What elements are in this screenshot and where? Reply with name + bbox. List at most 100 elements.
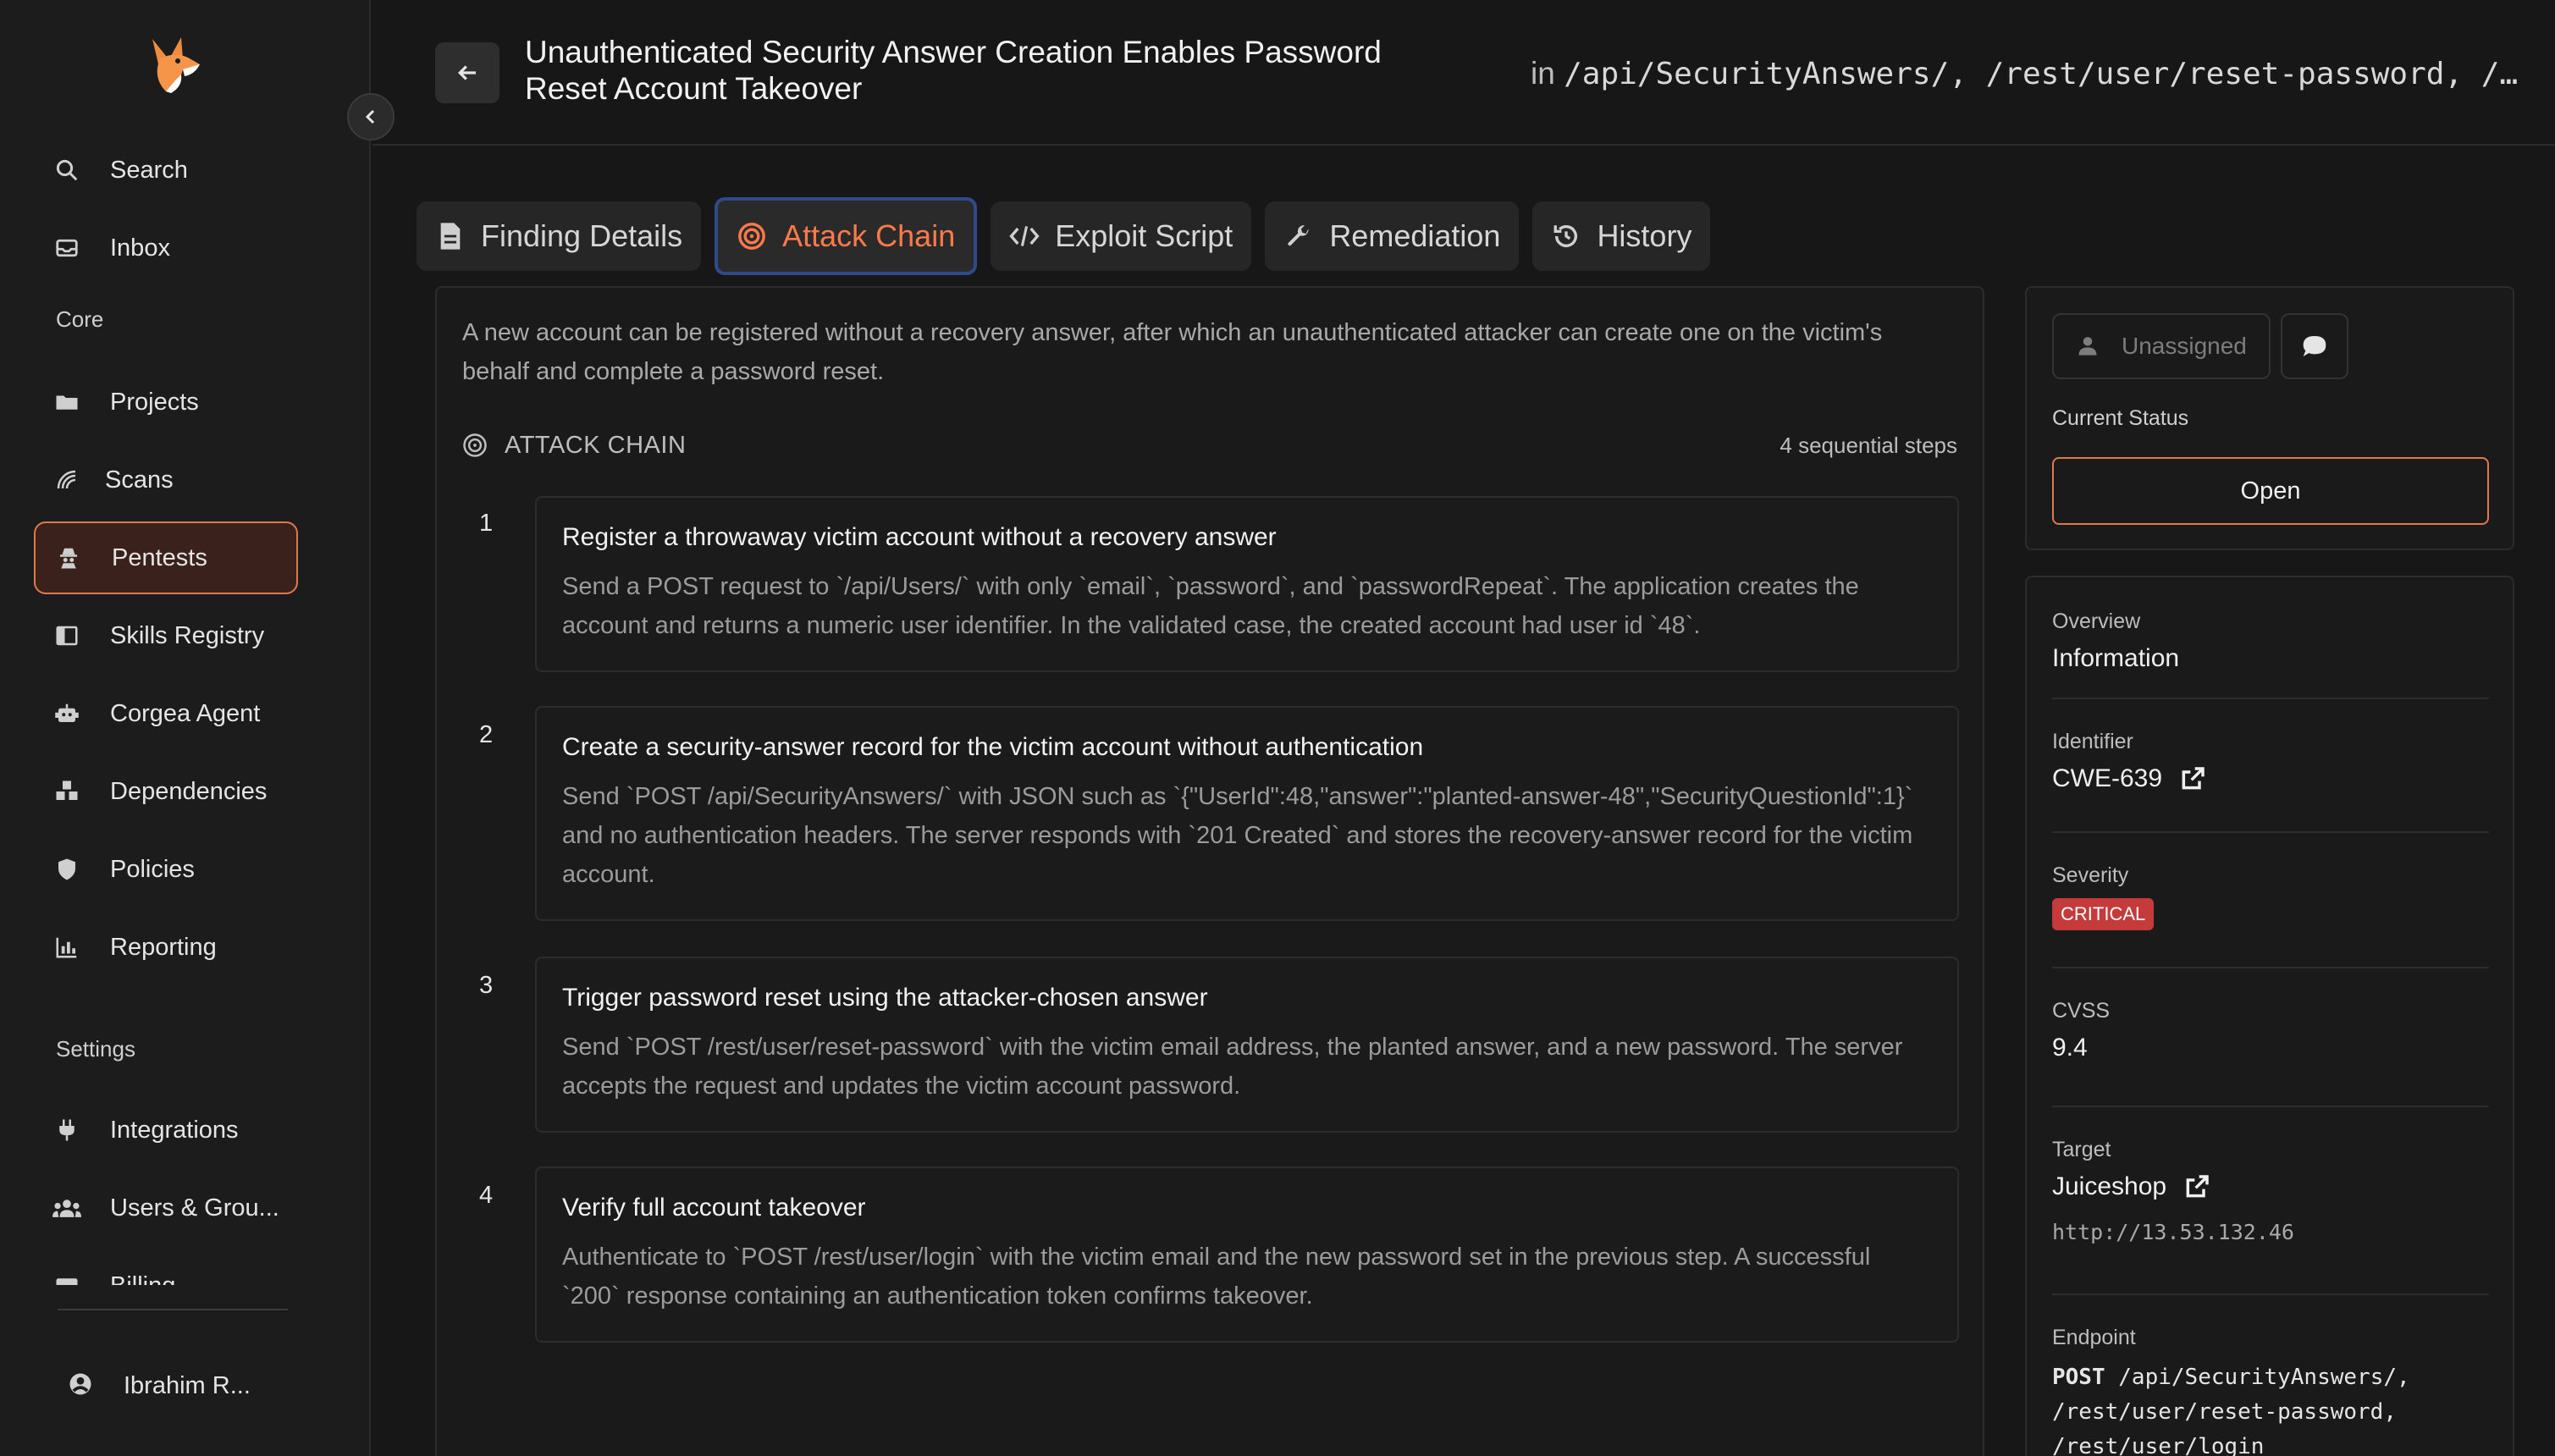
- page-header: Unauthenticated Security Answer Creation…: [372, 0, 2555, 146]
- step-description: Send `POST /api/SecurityAnswers/` with J…: [562, 783, 1913, 888]
- tab-history[interactable]: History: [1532, 201, 1711, 271]
- step-title: Register a throwaway victim account with…: [562, 523, 1277, 551]
- sidebar-item-label: Pentests: [112, 543, 207, 571]
- sidebar-item-integrations[interactable]: Integrations: [34, 1094, 298, 1166]
- user-circle-icon: [68, 1371, 97, 1400]
- field-value: Juiceshop: [2052, 1172, 2167, 1200]
- robot-icon: [52, 699, 81, 728]
- users-icon: [52, 1194, 81, 1222]
- tab-label: Remediation: [1329, 218, 1501, 253]
- step-title: Create a security-answer record for the …: [562, 733, 1424, 761]
- document-icon: [435, 221, 466, 251]
- identifier-field: Identifier CWE-639: [2052, 730, 2489, 793]
- field-label: Endpoint: [2052, 1326, 2136, 1349]
- cubes-icon: [52, 777, 81, 806]
- attack-step-card: Verify full account takeover Authenticat…: [535, 1166, 1959, 1343]
- comment-icon: [2303, 336, 2326, 356]
- endpoint-path: /api/SecurityAnswers/,: [2105, 1365, 2410, 1390]
- sidebar: Search Inbox Core Projects Scans Pentest…: [0, 0, 371, 1456]
- sidebar-item-inbox[interactable]: Inbox: [34, 212, 298, 284]
- inbox-icon: [52, 234, 81, 262]
- sidebar-item-dependencies[interactable]: Dependencies: [34, 755, 298, 828]
- sidebar-item-label: Dependencies: [110, 777, 268, 805]
- target-link[interactable]: Juiceshop: [2052, 1172, 2489, 1201]
- sidebar-item-label: Billing: [110, 1272, 175, 1286]
- sidebar-item-billing[interactable]: Billing: [34, 1249, 298, 1285]
- divider: [2052, 967, 2489, 968]
- overview-field: Overview Information: [2052, 609, 2489, 673]
- code-icon: [1009, 221, 1040, 251]
- target-field: Target Juiceshop http://13.53.132.46: [2052, 1138, 2489, 1244]
- target-url: http://13.53.132.46: [2052, 1220, 2294, 1244]
- field-value: Information: [2052, 644, 2180, 672]
- user-name: Ibrahim R...: [124, 1371, 251, 1399]
- finding-info-panel: Overview Information Identifier CWE-639 …: [2025, 576, 2514, 1456]
- assignee-label: Unassigned: [2122, 333, 2247, 359]
- endpoint-path: /rest/user/reset-password,: [2052, 1399, 2397, 1425]
- severity-badge: CRITICAL: [2052, 898, 2155, 930]
- step-description: Authenticate to `POST /rest/user/login` …: [562, 1244, 1871, 1310]
- divider: [2052, 698, 2489, 699]
- user-icon: [2076, 334, 2101, 359]
- tab-label: Attack Chain: [782, 218, 956, 253]
- sidebar-item-label: Reporting: [110, 933, 217, 961]
- back-button[interactable]: [435, 42, 499, 103]
- sidebar-divider: [58, 1309, 288, 1310]
- external-link-icon: [2179, 765, 2206, 792]
- sidebar-item-pentests[interactable]: Pentests: [34, 521, 298, 594]
- folder-icon: [52, 388, 81, 416]
- radar-icon: [52, 466, 81, 494]
- step-number: 3: [479, 972, 494, 999]
- sidebar-item-search[interactable]: Search: [34, 134, 298, 207]
- divider: [2052, 831, 2489, 833]
- sidebar-item-scans[interactable]: Scans: [34, 444, 298, 516]
- affected-paths: in /api/SecurityAnswers/, /rest/user/res…: [1531, 56, 2518, 91]
- affected-paths-list: /api/SecurityAnswers/, /rest/user/reset-…: [1564, 57, 2519, 91]
- wrench-icon: [1283, 221, 1314, 251]
- status-select[interactable]: Open: [2052, 457, 2489, 525]
- sidebar-item-label: Integrations: [110, 1116, 239, 1144]
- tab-bar: Finding Details Attack Chain Exploit Scr…: [417, 197, 1711, 275]
- tab-label: Exploit Script: [1055, 218, 1233, 253]
- sidebar-item-label: Projects: [110, 388, 199, 416]
- step-number: 1: [479, 510, 494, 537]
- sidebar-item-label: Scans: [105, 466, 174, 494]
- field-label: Identifier: [2052, 730, 2133, 753]
- sidebar-item-label: Policies: [110, 855, 195, 883]
- tab-exploit-script[interactable]: Exploit Script: [991, 201, 1252, 271]
- tab-label: History: [1597, 218, 1692, 253]
- target-icon: [737, 221, 767, 251]
- sidebar-item-skills-registry[interactable]: Skills Registry: [34, 599, 298, 672]
- tab-remediation[interactable]: Remediation: [1265, 201, 1520, 271]
- field-label: Overview: [2052, 609, 2141, 633]
- status-panel: Unassigned Current Status Open: [2025, 286, 2514, 550]
- step-count: 4 sequential steps: [1780, 433, 1957, 458]
- field-label: Target: [2052, 1138, 2111, 1161]
- sidebar-item-label: Corgea Agent: [110, 699, 261, 727]
- sidebar-item-policies[interactable]: Policies: [34, 833, 298, 906]
- book-icon: [52, 621, 81, 650]
- fox-logo-icon[interactable]: [141, 30, 208, 98]
- sidebar-item-projects[interactable]: Projects: [34, 366, 298, 438]
- step-number: 4: [479, 1182, 494, 1209]
- sidebar-item-reporting[interactable]: Reporting: [34, 911, 298, 984]
- cvss-field: CVSS 9.4: [2052, 999, 2489, 1062]
- chart-icon: [52, 933, 81, 962]
- tab-attack-chain[interactable]: Attack Chain: [715, 197, 978, 275]
- chevron-left-icon: [365, 109, 375, 124]
- sidebar-item-users-groups[interactable]: Users & Grou...: [34, 1172, 298, 1244]
- tab-finding-details[interactable]: Finding Details: [417, 201, 702, 271]
- attack-chain-panel: A new account can be registered without …: [435, 286, 1984, 1456]
- in-label: in: [1531, 56, 1555, 91]
- field-value: 9.4: [2052, 1034, 2088, 1062]
- collapse-sidebar-button[interactable]: [347, 93, 395, 141]
- shield-icon: [52, 855, 81, 884]
- comment-button[interactable]: [2281, 313, 2348, 379]
- card-icon: [52, 1271, 81, 1285]
- assignee-button[interactable]: Unassigned: [2052, 313, 2271, 379]
- identifier-link[interactable]: CWE-639: [2052, 764, 2489, 793]
- user-menu[interactable]: Ibrahim R...: [68, 1371, 251, 1400]
- sidebar-item-corgea-agent[interactable]: Corgea Agent: [34, 677, 298, 750]
- history-icon: [1551, 221, 1581, 251]
- search-icon: [52, 156, 81, 185]
